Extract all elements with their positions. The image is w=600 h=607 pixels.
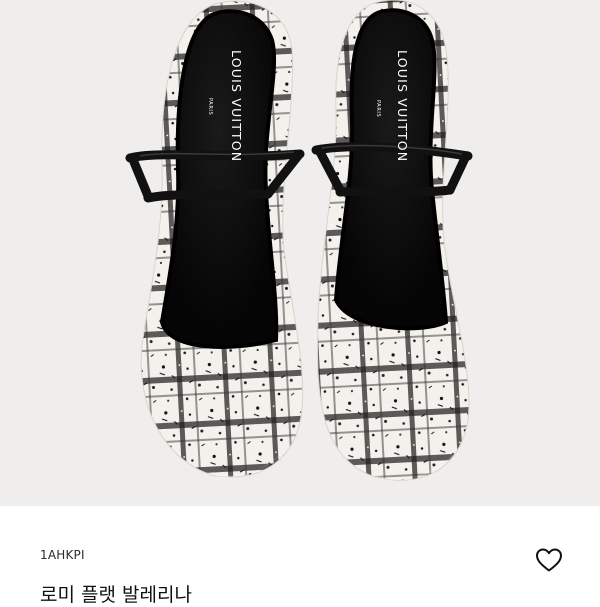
right-shoe: LOUIS VUITTON PARIS (311, 0, 473, 481)
product-sku: 1AHKPI (40, 548, 85, 562)
product-image[interactable]: LOUIS VUITTON PARIS LOUIS VUITTON PARIS (0, 0, 600, 505)
heart-outline-icon (536, 548, 562, 572)
brand-city-right: PARIS (375, 100, 381, 117)
wishlist-button[interactable] (532, 544, 566, 576)
product-name[interactable]: 로미 플랫 발레리나 (40, 580, 192, 607)
brand-stamp-left: LOUIS VUITTON (229, 50, 244, 162)
product-info: 1AHKPI 로미 플랫 발레리나 (0, 506, 600, 606)
left-shoe: LOUIS VUITTON PARIS (125, 0, 305, 478)
brand-stamp-right: LOUIS VUITTON (395, 50, 410, 162)
brand-city-left: PARIS (207, 98, 213, 115)
